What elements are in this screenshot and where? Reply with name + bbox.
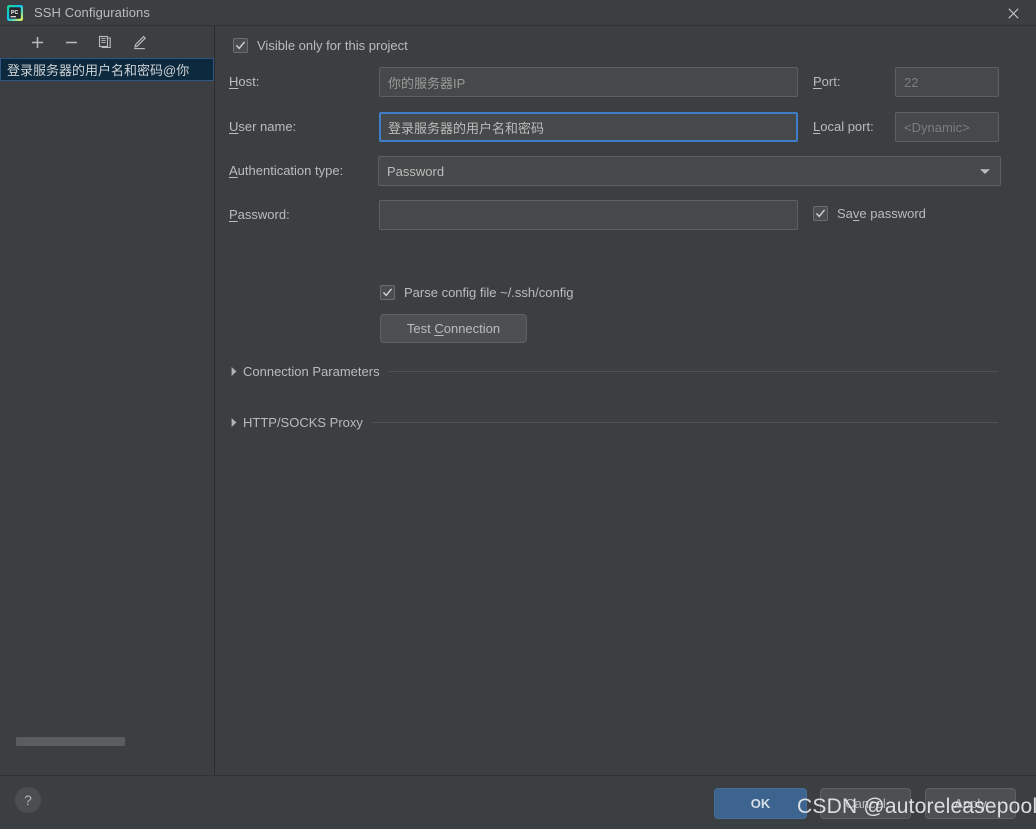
port-label-wrap: Port: <box>813 74 840 89</box>
chevron-down-icon <box>979 164 991 179</box>
sidebar-toolbar <box>0 26 214 58</box>
save-password-checkbox-row[interactable]: Save password <box>813 206 926 221</box>
remove-configuration-button[interactable] <box>54 29 88 55</box>
title-bar: PC SSH Configurations <box>0 0 1036 26</box>
section-title: Connection Parameters <box>243 364 380 379</box>
ok-button[interactable]: OK <box>714 788 807 819</box>
user-name-input[interactable]: 登录服务器的用户名和密码 <box>379 112 798 142</box>
auth-type-label-wrap: Authentication type: <box>229 163 343 178</box>
test-connection-label: Test Connection <box>406 321 501 336</box>
help-button[interactable]: ? <box>15 787 41 813</box>
test-connection-button[interactable]: Test Connection <box>380 314 527 343</box>
pycharm-logo-icon: PC <box>7 4 23 21</box>
host-label-wrap: Host: <box>229 74 259 89</box>
port-label: Port: <box>813 74 841 89</box>
check-icon <box>815 209 826 218</box>
host-input[interactable]: 你的服务器IP <box>379 67 798 97</box>
apply-button[interactable]: Apply <box>925 788 1016 819</box>
parse-config-label: Parse config file ~/.ssh/config <box>404 285 574 300</box>
local-port-label: Local port: <box>813 119 874 134</box>
visible-only-checkbox[interactable] <box>233 38 248 53</box>
section-title: HTTP/SOCKS Proxy <box>243 415 363 430</box>
ssh-configurations-dialog: PC SSH Configurations 登录服务器的用户名和密码@你 Vis… <box>0 0 1036 829</box>
edit-configuration-button[interactable] <box>122 29 156 55</box>
user-name-label-wrap: User name: <box>229 119 296 134</box>
save-password-label: Save password <box>837 206 926 221</box>
port-input[interactable]: 22 <box>895 67 999 97</box>
password-label-wrap: Password: <box>229 207 290 222</box>
user-name-label: User name: <box>229 119 297 134</box>
configurations-list[interactable]: 登录服务器的用户名和密码@你 <box>0 58 214 775</box>
configurations-sidebar: 登录服务器的用户名和密码@你 <box>0 26 215 775</box>
auth-type-dropdown[interactable]: Password <box>378 156 1001 186</box>
cancel-button[interactable]: Cancel <box>820 788 911 819</box>
help-icon: ? <box>24 792 32 808</box>
local-port-label-wrap: Local port: <box>813 119 874 134</box>
section-http-socks-proxy[interactable]: HTTP/SOCKS Proxy <box>226 415 998 430</box>
window-title: SSH Configurations <box>34 5 150 20</box>
section-divider <box>371 422 998 423</box>
chevron-right-icon <box>226 366 242 377</box>
auth-type-label: Authentication type: <box>229 163 344 178</box>
password-label: Password: <box>229 207 290 222</box>
visible-only-checkbox-row[interactable]: Visible only for this project <box>233 38 408 53</box>
visible-only-label: Visible only for this project <box>257 38 408 53</box>
svg-text:PC: PC <box>11 10 18 16</box>
close-icon[interactable] <box>990 0 1036 26</box>
chevron-right-icon <box>226 417 242 428</box>
check-icon <box>235 41 246 50</box>
dialog-body: 登录服务器的用户名和密码@你 Visible only for this pro… <box>0 26 1036 775</box>
parse-config-checkbox[interactable] <box>380 285 395 300</box>
add-configuration-button[interactable] <box>20 29 54 55</box>
host-label: Host: <box>229 74 260 89</box>
auth-type-value: Password <box>387 163 445 179</box>
section-divider <box>388 371 998 372</box>
local-port-input[interactable]: <Dynamic> <box>895 112 999 142</box>
list-item[interactable]: 登录服务器的用户名和密码@你 <box>0 58 214 81</box>
horizontal-scrollbar[interactable] <box>16 737 125 746</box>
check-icon <box>382 288 393 297</box>
save-password-checkbox[interactable] <box>813 206 828 221</box>
configuration-form: Visible only for this project Host: 你的服务… <box>215 26 1036 775</box>
password-input[interactable] <box>379 200 798 230</box>
parse-config-checkbox-row[interactable]: Parse config file ~/.ssh/config <box>380 285 573 300</box>
copy-configuration-button[interactable] <box>88 29 122 55</box>
section-connection-parameters[interactable]: Connection Parameters <box>226 364 998 379</box>
